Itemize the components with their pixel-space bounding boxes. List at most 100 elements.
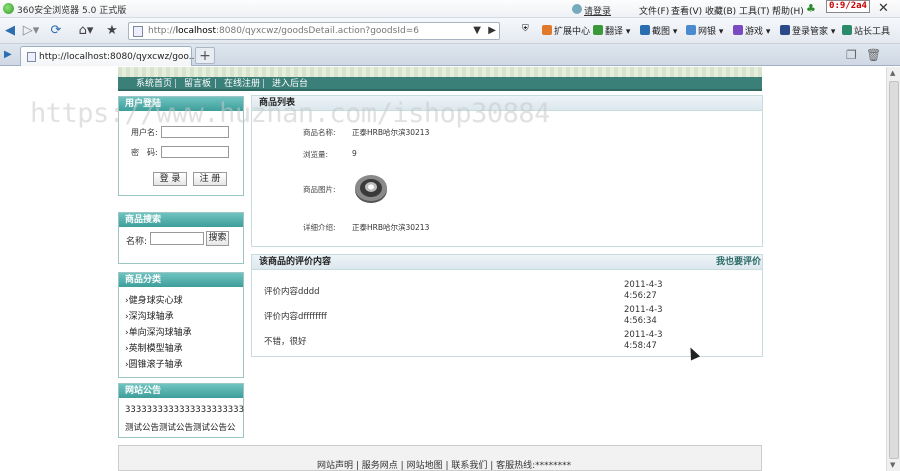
notice-line: 3333333333333333333333 (125, 405, 244, 415)
review-date: 2011-4-3 4:58:47 (624, 330, 663, 351)
new-tab-button[interactable]: + (195, 47, 215, 64)
nav-separator: | (262, 79, 266, 89)
refresh-icon[interactable]: ⟳ (48, 22, 64, 40)
category-item[interactable]: ›深沟球轴承 (125, 309, 174, 322)
shield-icon[interactable]: ⛨ (522, 24, 529, 34)
restore-icon[interactable]: ❐ (846, 48, 857, 62)
skin-icon[interactable]: ♣ (806, 3, 818, 14)
toolbar-login-manager[interactable]: 登录管家 ▾ (780, 24, 835, 37)
trash-icon[interactable]: 🗑 (866, 48, 881, 62)
nav-home[interactable]: 系统首页 (136, 77, 172, 91)
login-button[interactable]: 登 录 (153, 172, 187, 186)
browser-logo-icon (3, 3, 14, 14)
footer-link-sitemap[interactable]: 网站地图 (407, 461, 443, 471)
nav-separator: | (174, 79, 178, 89)
menu-view[interactable]: 查看(V) (671, 4, 702, 17)
category-item[interactable]: ›健身球实心球 (125, 293, 183, 306)
browser-navbar: ◀ ▷▾ ⟳ ⌂▾ ★ http://localhost:8080/qyxcwz… (0, 18, 900, 44)
category-item[interactable]: ›圆锥滚子轴承 (125, 357, 183, 370)
search-panel: 商品搜索 名称: 搜索 (118, 212, 244, 264)
tab-current[interactable]: http://localhost:8080/qyxcwz/goo... (20, 46, 197, 66)
page-viewport: 系统首页 | 留言板 | 在线注册 | 进入后台 用户登陆 用户名: 密 码: … (0, 67, 886, 471)
address-bar[interactable]: http://localhost:8080/qyxcwz/goodsDetail… (128, 22, 500, 40)
review-text: 评价内容dddd (264, 287, 320, 297)
history-dropdown-icon[interactable]: ▼ (473, 25, 481, 36)
toolbar-games[interactable]: 游戏 ▾ (733, 24, 770, 37)
review-text: 评价内容dffffffff (264, 312, 327, 322)
menu-favorites[interactable]: 收藏(B) (705, 4, 736, 17)
reviews-panel: 该商品的评价内容 我也要评价 评价内容dddd 2011-4-3 4:56:27 … (251, 254, 763, 357)
address-url[interactable]: http://localhost:8080/qyxcwz/goodsDetail… (148, 26, 419, 36)
search-button[interactable]: 搜索 (206, 231, 229, 246)
toolbar-screenshot[interactable]: 截图 ▾ (640, 24, 677, 37)
favorite-star-icon[interactable]: ★ (104, 22, 120, 40)
password-field[interactable] (161, 146, 229, 158)
intro-label: 详细介绍: (303, 223, 336, 232)
toolbar-translate[interactable]: 翻译 ▾ (593, 24, 630, 37)
tab-label: http://localhost:8080/qyxcwz/goo... (39, 52, 198, 62)
review-date: 2011-4-3 4:56:34 (624, 305, 663, 326)
footer-links: 网站声明 | 服务网点 | 网站地图 | 联系我们 | 客服热线:*******… (317, 461, 572, 471)
bearing-image (355, 175, 387, 203)
menu-tools[interactable]: 工具(T) (739, 4, 770, 17)
nav-register[interactable]: 在线注册 (224, 77, 260, 91)
views-value: 9 (352, 149, 357, 158)
scroll-up-icon[interactable]: ▲ (890, 69, 895, 77)
toolbar-extensions[interactable]: 扩展中心 (542, 24, 590, 37)
back-icon[interactable]: ◀ (2, 22, 18, 40)
product-name-value: 正泰HRB哈尔滨30213 (352, 128, 430, 137)
user-icon (572, 4, 582, 14)
product-panel: 商品列表 商品名称: 正泰HRB哈尔滨30213 浏览量: 9 商品图片: 详细… (251, 95, 763, 247)
category-item[interactable]: ›单向深沟球轴承 (125, 325, 192, 338)
page-scrollbar[interactable]: ▲ ▼ (886, 67, 900, 471)
product-name-label: 商品名称: (303, 128, 336, 137)
scroll-down-icon[interactable]: ▼ (890, 461, 895, 469)
menu-file[interactable]: 文件(F) (639, 4, 669, 17)
forward-icon[interactable]: ▷▾ (20, 22, 42, 40)
close-icon[interactable]: ✕ (878, 1, 889, 16)
category-title: 商品分类 (119, 273, 243, 287)
nav-admin[interactable]: 进入后台 (272, 77, 308, 91)
views-label: 浏览量: (303, 150, 329, 159)
footer-link-statement[interactable]: 网站声明 (317, 461, 353, 471)
menu-help[interactable]: 帮助(H) (772, 4, 804, 17)
tab-page-icon (27, 52, 36, 62)
username-label: 用户名: (131, 128, 158, 137)
review-text: 不错，很好 (264, 337, 307, 347)
footer-link-contact[interactable]: 联系我们 (451, 461, 487, 471)
notice-title: 网站公告 (119, 384, 243, 398)
search-input[interactable] (150, 232, 204, 245)
counter-display: 0:9/2a4 (826, 0, 870, 13)
footer-hotline-value: ******** (535, 461, 572, 471)
reviews-title-text: 该商品的评价内容 (259, 257, 332, 267)
toolbar-webmaster[interactable]: 站长工具 (842, 24, 890, 37)
site-footer: 网站声明 | 服务网点 | 网站地图 | 联系我们 | 客服热线:*******… (118, 445, 762, 471)
home-icon[interactable]: ⌂▾ (74, 22, 98, 40)
go-icon[interactable]: ▶ (488, 25, 496, 36)
sidebar-toggle-icon[interactable]: ▶ (4, 49, 12, 60)
category-panel: 商品分类 ›健身球实心球 ›深沟球轴承 ›单向深沟球轴承 ›英制模型轴承 ›圆锥… (118, 272, 244, 378)
write-review-link[interactable]: 我也要评价 (716, 255, 761, 270)
register-button[interactable]: 注 册 (193, 172, 227, 186)
login-link[interactable]: 请登录 (584, 4, 611, 17)
product-image-label: 商品图片: (303, 185, 336, 194)
intro-value: 正泰HRB哈尔滨30213 (352, 223, 430, 232)
nav-separator: | (214, 79, 218, 89)
review-date: 2011-4-3 4:56:27 (624, 280, 663, 301)
notice-line: 测试公告测试公告测试公告公 (125, 423, 236, 433)
notice-panel: 网站公告 3333333333333333333333 测试公告测试公告测试公告… (118, 383, 244, 438)
browser-titlebar: 360安全浏览器 5.0 正式版 请登录 文件(F) 查看(V) 收藏(B) 工… (0, 0, 900, 18)
footer-link-service[interactable]: 服务网点 (362, 461, 398, 471)
username-field[interactable] (161, 126, 229, 138)
password-label: 密 码: (131, 148, 158, 157)
product-title: 商品列表 (252, 96, 762, 111)
category-item[interactable]: ›英制模型轴承 (125, 341, 183, 354)
nav-message-board[interactable]: 留言板 (184, 77, 211, 91)
scroll-thumb[interactable] (889, 81, 899, 459)
reviews-title: 该商品的评价内容 我也要评价 (252, 255, 762, 270)
browser-title: 360安全浏览器 5.0 正式版 (17, 6, 127, 16)
toolbar-bank[interactable]: 网银 ▾ (686, 24, 723, 37)
search-title: 商品搜索 (119, 213, 243, 227)
login-title: 用户登陆 (119, 97, 243, 111)
site-nav: 系统首页 | 留言板 | 在线注册 | 进入后台 (118, 77, 762, 91)
